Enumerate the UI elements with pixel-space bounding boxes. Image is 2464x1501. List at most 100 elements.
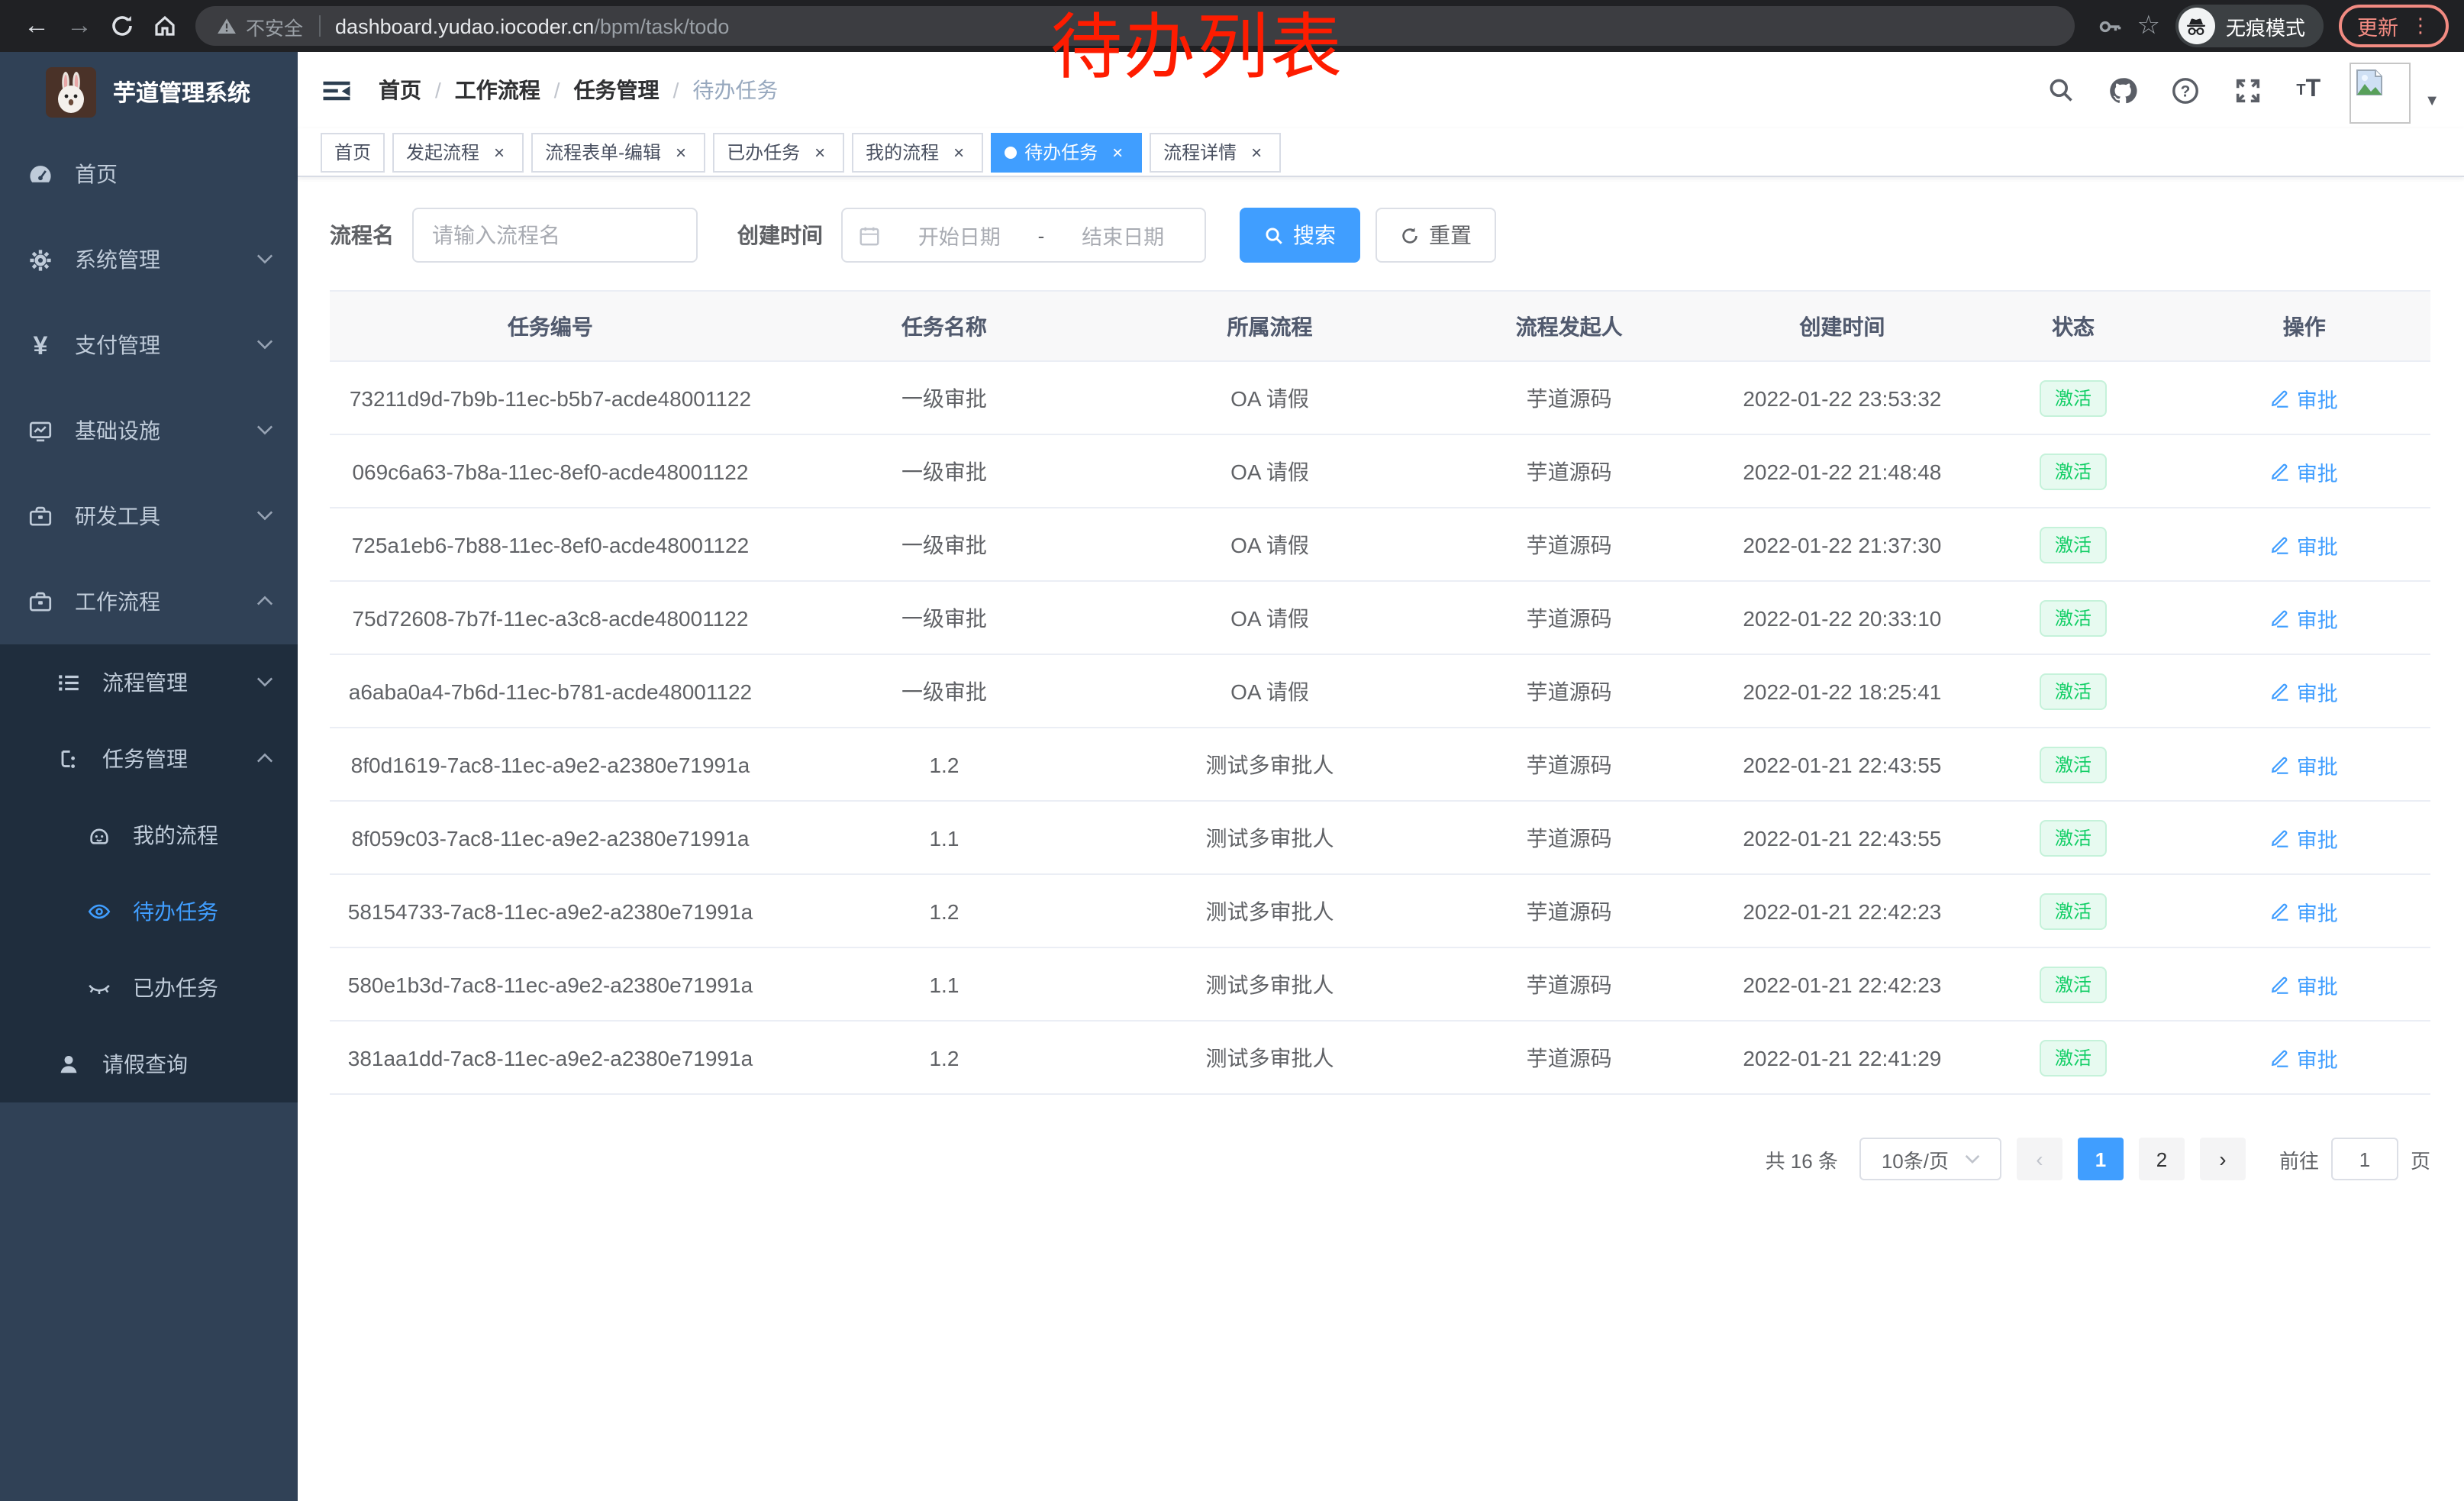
help-icon[interactable]: ? <box>2154 52 2217 128</box>
reset-button[interactable]: 重置 <box>1376 208 1496 263</box>
approve-link[interactable]: 审批 <box>2271 822 2338 853</box>
approve-link[interactable]: 审批 <box>2271 529 2338 560</box>
sidebar-item-payment[interactable]: ¥ 支付管理 <box>0 302 298 388</box>
approve-link-label: 审批 <box>2297 676 2338 706</box>
close-tab-icon[interactable]: × <box>809 141 830 163</box>
refresh-icon <box>1400 225 1420 245</box>
close-tab-icon[interactable]: × <box>670 141 692 163</box>
tag-tab-0[interactable]: 首页 <box>321 132 385 172</box>
chevron-down-icon <box>256 676 273 687</box>
sidebar-item-process-mgmt[interactable]: 流程管理 <box>0 644 298 721</box>
prev-page-button[interactable]: ‹ <box>2017 1138 2062 1180</box>
sidebar-logo[interactable]: 芋道管理系统 <box>0 52 298 131</box>
browser-forward-icon[interactable]: → <box>58 5 101 47</box>
start-date-placeholder[interactable]: 开始日期 <box>893 220 1026 250</box>
page-button-2[interactable]: 2 <box>2139 1138 2185 1180</box>
sidebar-item-system[interactable]: 系统管理 <box>0 217 298 302</box>
address-bar[interactable]: 不安全 dashboard.yudao.iocoder.cn/bpm/task/… <box>195 6 2074 46</box>
approve-link[interactable]: 审批 <box>2271 676 2338 706</box>
tag-tab-5[interactable]: 待办任务× <box>991 132 1142 172</box>
password-key-icon[interactable] <box>2095 13 2121 39</box>
approve-link[interactable]: 审批 <box>2271 602 2338 633</box>
approve-link[interactable]: 审批 <box>2271 749 2338 780</box>
tag-tab-2[interactable]: 流程表单-编辑× <box>531 132 705 172</box>
approve-link[interactable]: 审批 <box>2271 1042 2338 1073</box>
table-row: 580e1b3d-7ac8-11ec-a9e2-a2380e71991a1.1测… <box>330 948 2430 1022</box>
breadcrumb-workflow[interactable]: 工作流程 <box>455 75 540 105</box>
header-search-icon[interactable] <box>2030 52 2091 128</box>
sidebar-item-done-tasks[interactable]: 已办任务 <box>0 950 298 1026</box>
close-tab-icon[interactable]: × <box>489 141 510 163</box>
cell-process: 测试多审批人 <box>1118 749 1422 780</box>
approve-link-label: 审批 <box>2297 896 2338 926</box>
goto-page-input[interactable]: 1 <box>2331 1138 2398 1180</box>
approve-link-label: 审批 <box>2297 529 2338 560</box>
browser-update-button[interactable]: 更新 ⋮ <box>2339 5 2449 47</box>
todo-task-table: 任务编号 任务名称 所属流程 流程发起人 创建时间 状态 操作 73211d9d… <box>330 290 2430 1095</box>
browser-home-icon[interactable] <box>144 5 186 47</box>
incognito-label: 无痕模式 <box>2226 11 2305 40</box>
cell-task-name: 一级审批 <box>771 383 1118 413</box>
cell-status: 激活 <box>1968 893 2178 929</box>
approve-link[interactable]: 审批 <box>2271 969 2338 999</box>
table-header-row: 任务编号 任务名称 所属流程 流程发起人 创建时间 状态 操作 <box>330 292 2430 362</box>
process-name-input[interactable] <box>412 208 698 263</box>
process-name-input-field[interactable] <box>432 223 678 247</box>
cell-create-time: 2022-01-21 22:42:23 <box>1716 972 1968 996</box>
page-size-select[interactable]: 10条/页 <box>1859 1138 2001 1180</box>
sidebar-item-task-mgmt[interactable]: 任务管理 <box>0 721 298 797</box>
fullscreen-icon[interactable] <box>2217 52 2279 128</box>
user-avatar[interactable]: ▼ <box>2350 63 2440 124</box>
caret-down-icon[interactable]: ▼ <box>2424 93 2440 110</box>
approve-link[interactable]: 审批 <box>2271 383 2338 413</box>
tag-tab-label: 流程详情 <box>1163 139 1237 165</box>
cell-create-time: 2022-01-22 21:48:48 <box>1716 459 1968 483</box>
cell-process: 测试多审批人 <box>1118 822 1422 853</box>
sidebar-item-devtools[interactable]: 研发工具 <box>0 473 298 559</box>
date-range-picker[interactable]: 开始日期 - 结束日期 <box>841 208 1206 263</box>
end-date-placeholder[interactable]: 结束日期 <box>1056 220 1189 250</box>
sidebar-item-my-process[interactable]: 我的流程 <box>0 797 298 873</box>
table-row: 58154733-7ac8-11ec-a9e2-a2380e71991a1.2测… <box>330 875 2430 948</box>
status-badge: 激活 <box>2040 526 2107 563</box>
approve-link[interactable]: 审批 <box>2271 456 2338 486</box>
tag-tab-label: 发起流程 <box>406 139 479 165</box>
font-size-icon[interactable]: TT <box>2279 52 2337 128</box>
cell-task-name: 1.1 <box>771 825 1118 850</box>
breadcrumb-separator: / <box>673 78 679 102</box>
breadcrumb-task-mgmt[interactable]: 任务管理 <box>574 75 660 105</box>
tag-tab-1[interactable]: 发起流程 × <box>392 132 524 172</box>
column-header-initiator: 流程发起人 <box>1422 311 1716 341</box>
edit-pencil-icon <box>2271 901 2291 921</box>
next-page-button[interactable]: › <box>2200 1138 2246 1180</box>
tag-tab-6[interactable]: 流程详情 × <box>1150 132 1281 172</box>
search-button[interactable]: 搜索 <box>1240 208 1360 263</box>
close-tab-icon[interactable]: × <box>1107 141 1128 163</box>
bookmark-star-icon[interactable]: ☆ <box>2137 11 2160 41</box>
security-warning[interactable]: 不安全 <box>217 11 303 40</box>
status-badge: 激活 <box>2040 599 2107 636</box>
breadcrumb-home[interactable]: 首页 <box>379 75 421 105</box>
github-icon[interactable] <box>2091 52 2154 128</box>
page-button-1[interactable]: 1 <box>2078 1138 2124 1180</box>
sidebar-toggle-icon[interactable] <box>321 73 354 107</box>
table-row: 8f0d1619-7ac8-11ec-a9e2-a2380e71991a1.2测… <box>330 728 2430 802</box>
edit-pencil-icon <box>2271 461 2291 481</box>
approve-link[interactable]: 审批 <box>2271 896 2338 926</box>
browser-menu-icon[interactable]: ⋮ <box>2411 14 2430 38</box>
sidebar-item-infra[interactable]: 基础设施 <box>0 388 298 473</box>
status-badge: 激活 <box>2040 453 2107 489</box>
browser-back-icon[interactable]: ← <box>15 5 58 47</box>
tag-tab-4[interactable]: 我的流程× <box>852 132 983 172</box>
sidebar-item-home[interactable]: 首页 <box>0 131 298 217</box>
sidebar-item-workflow[interactable]: 工作流程 <box>0 559 298 644</box>
tag-tab-3[interactable]: 已办任务× <box>713 132 844 172</box>
sidebar-item-leave-query[interactable]: 请假查询 <box>0 1026 298 1102</box>
browser-reload-icon[interactable] <box>101 5 144 47</box>
status-badge: 激活 <box>2040 746 2107 783</box>
tag-tab-label: 首页 <box>334 139 371 165</box>
cell-create-time: 2022-01-22 23:53:32 <box>1716 386 1968 410</box>
sidebar-item-todo-tasks[interactable]: 待办任务 <box>0 873 298 950</box>
close-tab-icon[interactable]: × <box>1246 141 1267 163</box>
close-tab-icon[interactable]: × <box>948 141 969 163</box>
